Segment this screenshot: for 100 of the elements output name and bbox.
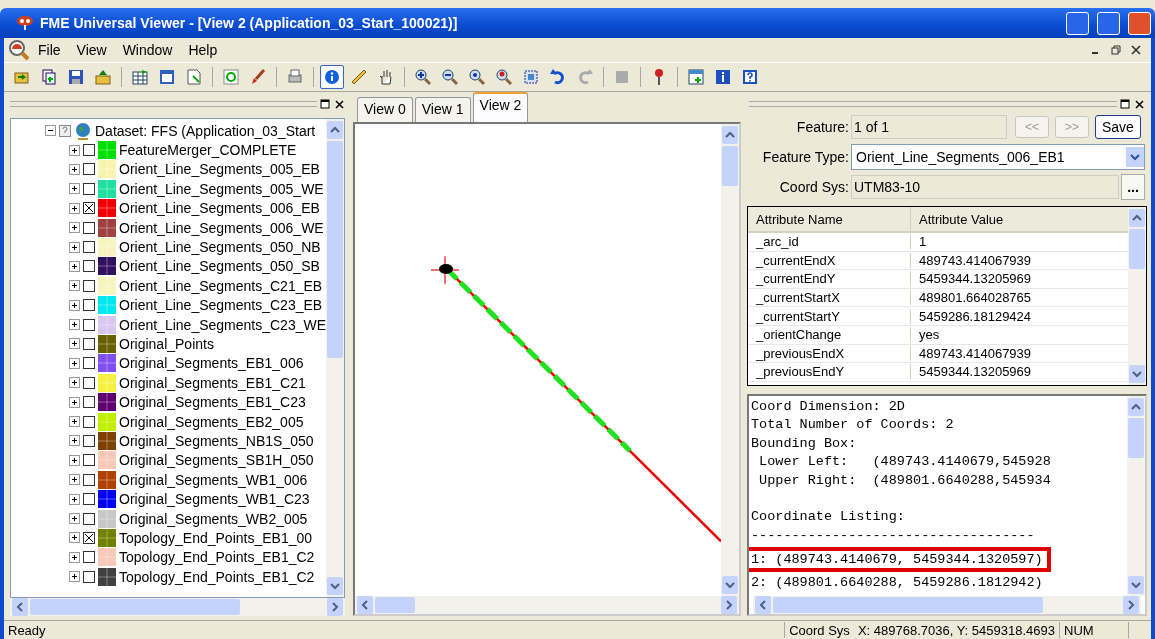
tree-item[interactable]: FeatureMerger_COMPLETE xyxy=(119,142,297,159)
tree-item[interactable]: Original_Segments_EB1_C23 xyxy=(119,394,306,411)
collapse-toggle-icon[interactable] xyxy=(45,125,56,137)
view-tab[interactable]: View 0 xyxy=(357,97,413,122)
layer-checkbox[interactable] xyxy=(83,318,95,331)
layer-checkbox[interactable] xyxy=(83,396,95,409)
float-icon[interactable] xyxy=(320,98,331,110)
scroll-down-icon[interactable] xyxy=(725,581,735,589)
expand-toggle-icon[interactable] xyxy=(69,357,80,369)
expand-toggle-icon[interactable] xyxy=(69,260,80,272)
tree-item[interactable]: Topology_End_Points_EB1_C2 xyxy=(119,549,315,566)
scroll-right-icon[interactable] xyxy=(1127,600,1135,610)
close-icon[interactable] xyxy=(1131,45,1141,55)
scroll-left-icon[interactable] xyxy=(759,600,767,610)
scroll-thumb[interactable] xyxy=(1129,229,1145,269)
tree-item[interactable]: Original_Segments_EB2_005 xyxy=(119,413,304,430)
horizontal-scrollbar[interactable] xyxy=(355,596,739,614)
layer-checkbox[interactable] xyxy=(83,493,95,506)
layer-checkbox[interactable] xyxy=(83,221,95,234)
tree-item[interactable]: Topology_End_Points_EB1_C2 xyxy=(119,568,315,585)
expand-toggle-icon[interactable] xyxy=(69,513,80,524)
layer-checkbox[interactable] xyxy=(83,415,95,428)
expand-toggle-icon[interactable] xyxy=(69,474,80,486)
float-icon[interactable] xyxy=(1120,98,1131,110)
view-tab[interactable]: View 2 xyxy=(472,92,529,122)
save-button[interactable]: Save xyxy=(1095,115,1141,139)
layer-checkbox[interactable] xyxy=(83,241,95,254)
scroll-right-icon[interactable] xyxy=(725,600,733,610)
scroll-right-icon[interactable] xyxy=(331,602,339,612)
restore-icon[interactable] xyxy=(1111,45,1121,55)
tree-item[interactable]: Original_Segments_WB1_C23 xyxy=(119,491,310,508)
layer-checkbox[interactable] xyxy=(83,260,95,273)
column-header[interactable]: Attribute Name xyxy=(748,207,911,231)
tree-item[interactable]: Orient_Line_Segments_C21_EB xyxy=(119,277,323,294)
scroll-up-icon[interactable] xyxy=(725,131,735,139)
expand-toggle-icon[interactable] xyxy=(69,183,80,195)
layer-checkbox[interactable] xyxy=(83,338,95,350)
scroll-down-icon[interactable] xyxy=(1132,370,1142,378)
layer-checkbox[interactable] xyxy=(83,531,95,544)
tree-item[interactable]: Dataset: FFS (Application_03_Start xyxy=(95,122,316,139)
browse-button[interactable]: ... xyxy=(1121,174,1145,200)
column-header[interactable]: Attribute Value xyxy=(911,207,1004,231)
expand-toggle-icon[interactable] xyxy=(69,435,80,447)
expand-toggle-icon[interactable] xyxy=(69,416,80,428)
scroll-thumb[interactable] xyxy=(327,141,343,358)
menu-item[interactable]: File xyxy=(30,40,69,60)
expand-toggle-icon[interactable] xyxy=(69,454,80,466)
layer-checkbox[interactable] xyxy=(83,376,95,389)
tree-item[interactable]: Orient_Line_Segments_050_NB xyxy=(119,239,321,256)
layer-checkbox[interactable] xyxy=(83,512,95,525)
menu-item[interactable]: Window xyxy=(114,40,181,60)
expand-toggle-icon[interactable] xyxy=(69,280,80,292)
layer-checkbox[interactable] xyxy=(83,202,95,215)
maximize-button[interactable] xyxy=(1097,11,1120,35)
expand-toggle-icon[interactable] xyxy=(69,338,80,350)
info-button[interactable] xyxy=(320,65,344,89)
expand-toggle-icon[interactable] xyxy=(69,202,80,214)
tree-item[interactable]: Original_Points xyxy=(119,336,214,352)
scroll-thumb[interactable] xyxy=(30,599,240,615)
tree-item[interactable]: Orient_Line_Segments_005_EB xyxy=(119,161,320,178)
layer-checkbox[interactable] xyxy=(83,163,95,176)
close-icon[interactable] xyxy=(334,98,345,110)
scroll-down-icon[interactable] xyxy=(1131,581,1141,589)
expand-toggle-icon[interactable] xyxy=(69,299,80,311)
scroll-up-icon[interactable] xyxy=(330,126,340,134)
expand-toggle-icon[interactable] xyxy=(69,377,80,389)
tree-item[interactable]: Orient_Line_Segments_C23_EB xyxy=(119,297,323,314)
scroll-down-icon[interactable] xyxy=(330,582,340,590)
expand-toggle-icon[interactable] xyxy=(69,532,80,544)
expand-toggle-icon[interactable] xyxy=(69,551,80,563)
close-icon[interactable] xyxy=(1134,98,1145,110)
scroll-up-icon[interactable] xyxy=(1132,214,1142,222)
expand-toggle-icon[interactable] xyxy=(69,163,80,175)
scroll-thumb[interactable] xyxy=(1128,418,1144,458)
layer-checkbox[interactable] xyxy=(83,473,95,486)
expand-toggle-icon[interactable] xyxy=(69,571,80,583)
scroll-left-icon[interactable] xyxy=(16,602,24,612)
expand-toggle-icon[interactable] xyxy=(69,222,80,234)
layer-checkbox[interactable] xyxy=(83,299,95,312)
tree-item[interactable]: Original_Segments_NB1S_050 xyxy=(119,432,314,449)
tree-item[interactable]: Orient_Line_Segments_050_SB xyxy=(119,258,320,275)
view-tab[interactable]: View 1 xyxy=(414,97,471,122)
expand-toggle-icon[interactable] xyxy=(69,493,80,505)
expand-toggle-icon[interactable] xyxy=(69,241,80,253)
tree-item[interactable]: Original_Segments_WB1_006 xyxy=(119,471,308,488)
expand-toggle-icon[interactable] xyxy=(69,144,80,156)
layer-checkbox[interactable] xyxy=(83,182,95,195)
tree-item[interactable]: Original_Segments_SB1H_050 xyxy=(119,452,314,469)
expand-toggle-icon[interactable] xyxy=(69,319,80,331)
feature-type-dropdown[interactable]: Orient_Line_Segments_006_EB1 xyxy=(851,144,1145,170)
layer-checkbox[interactable] xyxy=(83,454,95,467)
layer-checkbox[interactable] xyxy=(83,144,95,157)
close-button[interactable] xyxy=(1128,11,1151,35)
layer-checkbox[interactable] xyxy=(83,551,95,564)
horizontal-scrollbar[interactable] xyxy=(753,596,1141,614)
layer-checkbox[interactable] xyxy=(83,434,95,447)
tree-item[interactable]: Original_Segments_EB1_006 xyxy=(119,355,304,372)
tree-item[interactable]: Topology_End_Points_EB1_00 xyxy=(119,529,313,546)
menu-item[interactable]: View xyxy=(68,40,115,60)
horizontal-scrollbar[interactable] xyxy=(10,598,345,616)
